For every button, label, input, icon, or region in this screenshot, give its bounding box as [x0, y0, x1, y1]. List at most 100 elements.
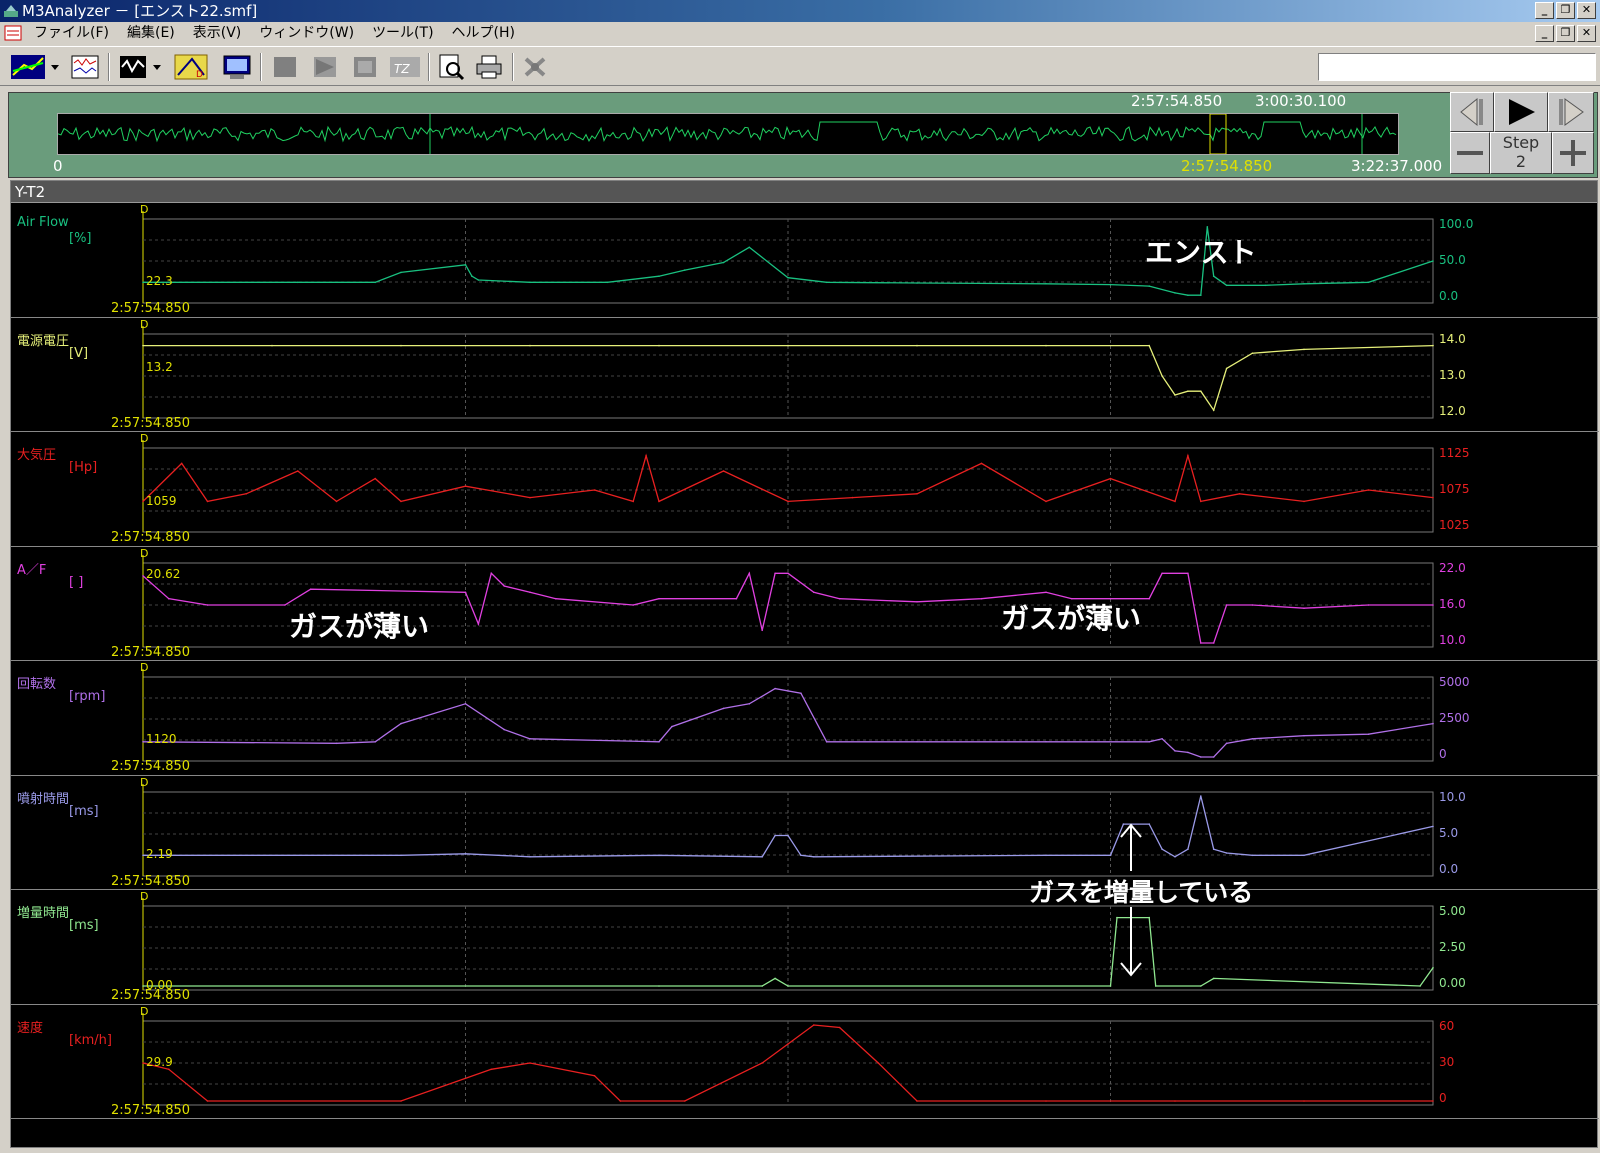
series-point [787, 834, 789, 836]
series-point [400, 722, 402, 725]
y-tick-label: 5.0 [1439, 825, 1459, 840]
series-point [787, 344, 789, 346]
print-preview-icon[interactable] [436, 53, 466, 81]
minimize-button[interactable]: _ [1535, 2, 1554, 19]
menu-item[interactable]: 表示(V) [193, 22, 252, 44]
signal-panel[interactable]: 速度 [km/h] 29.9 2:57:54.850 60 30 0 D [11, 1005, 1599, 1120]
series-point [374, 741, 377, 743]
series-point [1367, 603, 1370, 606]
doc-minimize-button[interactable]: _ [1535, 25, 1554, 42]
overview-selection[interactable] [1209, 113, 1227, 155]
series-point [619, 1099, 622, 1102]
series-point [1148, 741, 1150, 743]
step-forward-button[interactable] [1548, 92, 1594, 132]
frame-icon[interactable] [350, 53, 380, 81]
signal-cursor-time: 2:57:54.850 [111, 415, 191, 431]
signal-panel[interactable]: 回転数 [rpm] 1120 2:57:54.850 5000 2500 0 D [11, 661, 1599, 776]
restore-button[interactable]: ❐ [1556, 2, 1575, 19]
series-point [1174, 292, 1176, 294]
toolbar-input[interactable] [1318, 53, 1596, 81]
doc-close-button[interactable]: ✕ [1577, 25, 1596, 42]
series-point [1200, 294, 1202, 296]
series-point [529, 738, 531, 740]
menu-item[interactable]: ツール(T) [372, 22, 443, 44]
series-point [503, 728, 506, 731]
signal-cursor-time: 2:57:54.850 [111, 301, 191, 316]
series-point [722, 261, 725, 264]
signal-panel[interactable]: 電源電圧 [V] 13.2 2:57:54.850 14.0 13.0 12.0 D [11, 317, 1599, 433]
series-point [142, 854, 144, 856]
menu-item[interactable]: ウィンドウ(W) [259, 22, 364, 44]
menu-item[interactable]: 編集(E) [127, 22, 185, 44]
signal-panel[interactable]: A／F [ ] 20.62 2:57:54.850 22.0 16.0 10.0 D [11, 547, 1599, 662]
signal-plot[interactable] [11, 890, 1599, 1005]
signal-panel[interactable]: Air Flow [%] 22.3 2:57:54.850 100.0 50.0 0.0 D [11, 203, 1599, 318]
signal-panel[interactable]: 大気圧 [Hp] 1059 2:57:54.850 1125 1075 1025 D [11, 432, 1599, 547]
dropdown-arrow-icon[interactable] [150, 53, 164, 81]
chart-type-icon[interactable] [10, 53, 46, 81]
series-point [309, 587, 312, 590]
menu-item[interactable]: ファイル(F) [34, 22, 119, 44]
waveform-view-icon[interactable] [70, 53, 100, 81]
signal-plot[interactable] [11, 661, 1599, 776]
series-point [774, 572, 776, 574]
series-point [1225, 603, 1228, 606]
signal-plot[interactable] [11, 776, 1599, 891]
menu-item[interactable]: ヘルプ(H) [452, 22, 525, 44]
series-point [748, 572, 751, 574]
series-point [658, 597, 660, 599]
stop-icon[interactable] [270, 53, 300, 81]
close-button[interactable]: ✕ [1577, 2, 1596, 19]
monitor-icon[interactable] [222, 53, 252, 81]
series-point [1432, 967, 1434, 969]
overview-panel: 2:57:54.850 3:00:30.100 0 2:57:54.850 3:… [8, 92, 1598, 178]
series-point [1251, 351, 1254, 354]
step-decrease-button[interactable] [1450, 132, 1490, 174]
series-point [1174, 393, 1176, 396]
series-point [284, 603, 286, 606]
series-point [142, 344, 144, 346]
play-button[interactable] [1494, 92, 1548, 132]
series-point [916, 344, 918, 346]
y-tick-label: 0.0 [1439, 861, 1459, 876]
signal-plot[interactable] [11, 1005, 1599, 1120]
series-point [761, 985, 763, 987]
series-point [1367, 733, 1370, 735]
overview-waveform[interactable] [57, 113, 1399, 155]
y-tick-label: 0 [1439, 747, 1447, 761]
step-increase-button[interactable] [1552, 132, 1594, 174]
signal-plot[interactable] [11, 203, 1599, 318]
signal-unit: [ms] [69, 918, 99, 933]
series-point [774, 834, 776, 836]
dropdown-arrow-icon[interactable] [48, 53, 62, 81]
series-point [1174, 750, 1176, 752]
signal-plot[interactable] [11, 432, 1599, 547]
series-point [335, 742, 338, 745]
time-zoom-icon[interactable]: TZ [388, 53, 422, 81]
series-point [838, 597, 841, 599]
tools-icon[interactable] [520, 53, 550, 81]
y-tick-label: 12.0 [1439, 403, 1466, 418]
y-tick-label: 2500 [1439, 711, 1470, 725]
doc-restore-button[interactable]: ❐ [1556, 25, 1575, 42]
series-point [400, 271, 402, 274]
series-point [916, 282, 918, 284]
printer-icon[interactable] [474, 53, 504, 81]
series-point [1161, 374, 1163, 377]
signal-plot[interactable] [11, 318, 1599, 433]
measure-tool-icon[interactable]: D [174, 53, 208, 81]
y-tick-label: 1125 [1439, 446, 1470, 460]
series-point [1251, 603, 1254, 606]
signal-current-value: 1059 [146, 494, 177, 509]
marker-icon[interactable] [310, 53, 340, 81]
series-point [1238, 493, 1241, 495]
signal-panel[interactable]: 増量時間 [ms] 0.00 2:57:54.850 5.00 2.50 0.00 D [11, 890, 1599, 1005]
document-icon[interactable] [4, 25, 22, 41]
signal-panel[interactable]: 噴射時間 [ms] 2.19 2:57:54.850 10.0 5.0 0.0 D [11, 776, 1599, 891]
signal-plot[interactable] [11, 547, 1599, 662]
step-back-button[interactable] [1450, 92, 1494, 132]
cursor-marker: D [140, 317, 149, 331]
signal-select-icon[interactable] [118, 53, 148, 81]
series-point [851, 496, 854, 499]
series-point [658, 741, 660, 743]
